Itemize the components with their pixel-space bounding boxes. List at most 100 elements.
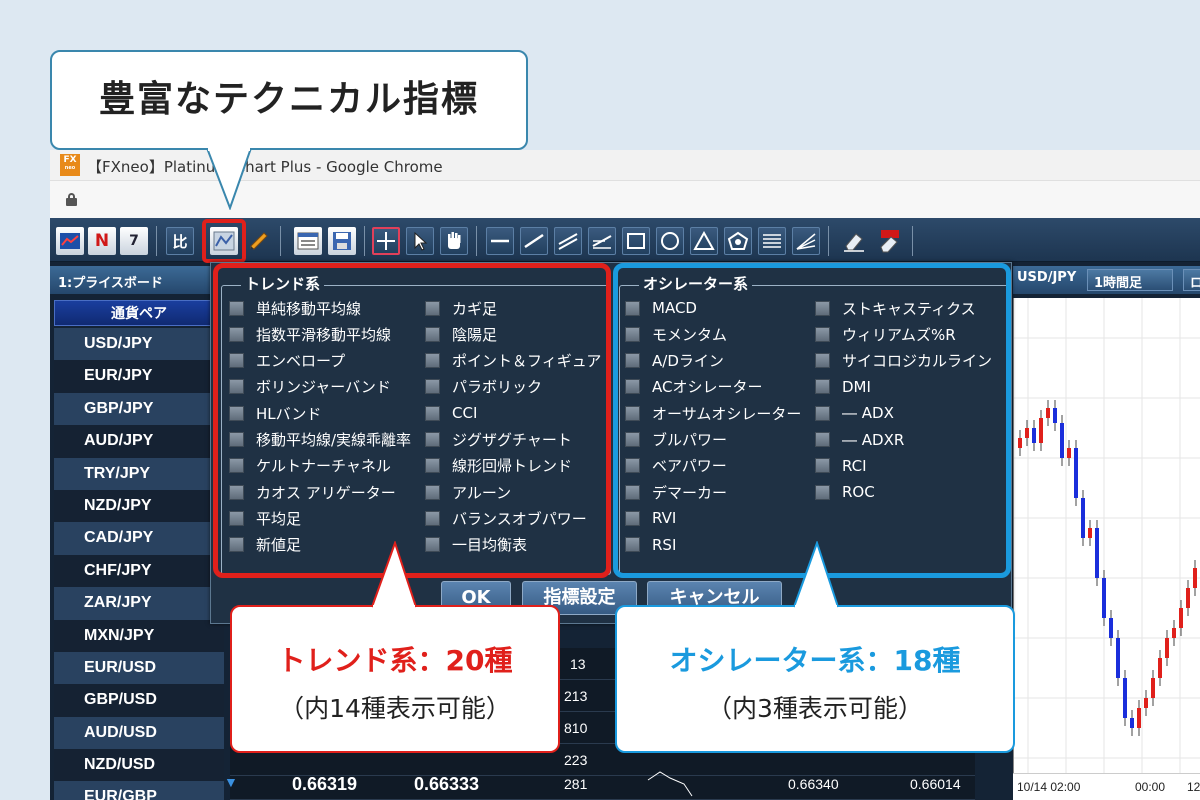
chart-time-axis: 10/14 02:00 00:00 12 xyxy=(1013,773,1200,800)
candle-body xyxy=(1081,498,1085,538)
trend-callout: トレンド系：20種 （内14種表示可能） xyxy=(230,605,560,753)
fibonacci-icon[interactable] xyxy=(588,227,616,255)
candle-body xyxy=(1025,428,1029,438)
lock-icon xyxy=(66,193,77,206)
oscillator-count: オシレーター系：18種 xyxy=(669,644,961,677)
fan-icon[interactable] xyxy=(792,227,820,255)
trend-count: トレンド系：20種 xyxy=(277,644,513,677)
pair-row[interactable]: AUD/USD xyxy=(54,716,224,750)
horizontal-line-icon[interactable] xyxy=(486,227,514,255)
candle-body xyxy=(1179,608,1183,628)
pair-row[interactable]: CHF/JPY xyxy=(54,554,224,588)
currency-pair-column-header: 通貨ペア xyxy=(54,300,224,326)
indicator-button-highlight xyxy=(202,219,246,263)
candle-body xyxy=(1193,568,1197,588)
eraser-icon[interactable] xyxy=(840,227,868,255)
toolbar-separator xyxy=(476,226,477,256)
pair-row[interactable]: CAD/JPY xyxy=(54,522,224,555)
price-board-header: 1:プライスボード xyxy=(50,266,230,294)
candle-body xyxy=(1053,408,1057,423)
candle-body xyxy=(1102,578,1106,618)
candle-body xyxy=(1186,588,1190,608)
toolbar-separator xyxy=(156,226,157,256)
trend-highlight-frame xyxy=(213,263,611,578)
candle-body xyxy=(1018,438,1022,448)
callout-title: 豊富なテクニカル指標 xyxy=(98,79,479,120)
chart-option-button[interactable]: ロ xyxy=(1183,269,1200,291)
candle-body xyxy=(1039,418,1043,443)
table-row[interactable]: ▼ 0.66319 0.66333 281 0.66340 0.66014 xyxy=(224,768,975,800)
candlestick-chart[interactable] xyxy=(1013,298,1200,773)
lines-icon[interactable] xyxy=(758,227,786,255)
pair-row[interactable]: EUR/USD xyxy=(54,651,224,685)
candle-body xyxy=(1144,698,1148,708)
pair-row[interactable]: GBP/JPY xyxy=(54,392,224,426)
trend-display-note: （内14種表示可能） xyxy=(279,694,511,723)
pair-row[interactable]: EUR/GBP xyxy=(54,781,224,800)
trendline-icon[interactable] xyxy=(520,227,548,255)
toolbar-separator xyxy=(364,226,365,256)
save-icon[interactable] xyxy=(328,227,356,255)
chart-canvas xyxy=(1014,298,1200,773)
axis-label: 00:00 xyxy=(1135,780,1166,794)
candle-body xyxy=(1158,658,1162,678)
candle-body xyxy=(1123,678,1127,718)
title-callout-pointer xyxy=(206,148,252,210)
hand-icon[interactable] xyxy=(440,227,468,255)
candle-body xyxy=(1172,628,1176,638)
circle-icon[interactable] xyxy=(656,227,684,255)
candle-body xyxy=(1032,428,1036,443)
pentagon-icon[interactable] xyxy=(724,227,752,255)
candle-body xyxy=(1130,718,1134,728)
candle-body xyxy=(1116,638,1120,678)
candle-body xyxy=(1109,618,1113,638)
pencil-icon[interactable] xyxy=(244,227,272,255)
pointer-icon[interactable] xyxy=(406,227,434,255)
candle-body xyxy=(1088,528,1092,538)
oscillator-callout-pointer xyxy=(793,541,839,609)
candle-body xyxy=(1074,448,1078,498)
toolbar-separator xyxy=(912,226,913,256)
toolbar-separator xyxy=(828,226,829,256)
oscillator-callout: オシレーター系：18種 （内3種表示可能） xyxy=(615,605,1015,753)
oscillator-highlight-frame xyxy=(613,263,1011,578)
timeframe-select[interactable]: 1時間足 xyxy=(1087,269,1173,291)
axis-label: 12 xyxy=(1187,780,1200,794)
triangle-icon[interactable] xyxy=(690,227,718,255)
candle-body xyxy=(1095,528,1099,578)
calendar-icon[interactable]: 7 xyxy=(120,227,148,255)
trend-callout-pointer xyxy=(371,541,417,609)
pair-row[interactable]: ZAR/JPY xyxy=(54,587,224,620)
channel-icon[interactable] xyxy=(554,227,582,255)
compare-button[interactable]: 比 xyxy=(166,227,194,255)
news-icon[interactable]: N xyxy=(88,227,116,255)
oscillator-display-note: （内3種表示可能） xyxy=(707,694,923,723)
pair-row[interactable]: EUR/JPY xyxy=(54,360,224,393)
chart-pair-label: USD/JPY xyxy=(1017,270,1077,285)
rectangle-icon[interactable] xyxy=(622,227,650,255)
crosshair-icon[interactable] xyxy=(372,227,400,255)
pair-row[interactable]: GBP/USD xyxy=(54,684,224,717)
pair-row[interactable]: NZD/USD xyxy=(54,749,224,782)
candle-body xyxy=(1060,423,1064,458)
pair-row[interactable]: AUD/JPY xyxy=(54,425,224,458)
toolbar-separator xyxy=(280,226,281,256)
pair-row[interactable]: NZD/JPY xyxy=(54,489,224,523)
candle-body xyxy=(1067,448,1071,458)
pair-row[interactable]: MXN/JPY xyxy=(54,619,224,652)
candle-body xyxy=(1151,678,1155,698)
candle-body xyxy=(1046,408,1050,418)
candle-body xyxy=(1165,638,1169,658)
pair-row[interactable]: USD/JPY xyxy=(54,328,224,361)
erase-all-icon[interactable] xyxy=(876,227,904,255)
layout-window-icon[interactable] xyxy=(294,227,322,255)
down-arrow-icon: ▼ xyxy=(224,774,238,790)
chart-window-icon[interactable] xyxy=(56,227,84,255)
price-board-list: USD/JPY EUR/JPY GBP/JPY AUD/JPY TRY/JPY … xyxy=(54,328,224,800)
axis-label: 10/14 02:00 xyxy=(1017,780,1081,794)
title-callout: 豊富なテクニカル指標 xyxy=(50,50,528,150)
candle-body xyxy=(1137,708,1141,728)
pair-row[interactable]: TRY/JPY xyxy=(54,457,224,490)
chart-header: USD/JPY 1時間足 ロ xyxy=(1013,266,1200,294)
fxneo-logo: FX neo xyxy=(60,154,80,176)
